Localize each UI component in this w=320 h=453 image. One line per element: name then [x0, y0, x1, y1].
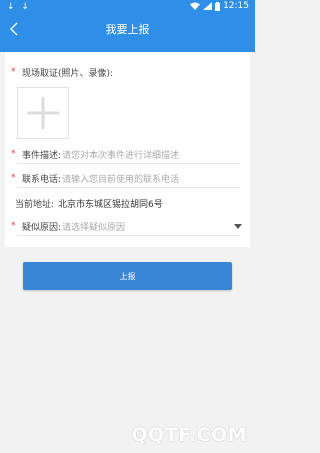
- divider: [17, 235, 240, 236]
- address-label: 当前地址:: [15, 200, 55, 210]
- event-description-input[interactable]: 请您对本次事件进行详细描述: [62, 148, 179, 161]
- submit-button[interactable]: 上报: [23, 262, 232, 290]
- reason-select[interactable]: 请选择疑似原因: [62, 220, 125, 233]
- phone-input[interactable]: 请输入您目前使用的联系电话: [62, 172, 179, 185]
- watermark-logo: QQTF.COM: [131, 424, 247, 446]
- evidence-label: 现场取证(照片、录像):: [22, 69, 114, 79]
- phone-label: 联系电话:: [22, 175, 62, 185]
- add-photo-button[interactable]: [17, 87, 69, 139]
- page-title: 我要上报: [105, 23, 150, 36]
- required-mark: *: [11, 149, 16, 159]
- app-header: ↓ ↓ 12:15 我要上报: [0, 0, 255, 52]
- report-form: * 现场取证(照片、录像): * 事件描述: 请您对本次事件进行详细描述 * 联…: [5, 52, 250, 247]
- divider: [17, 187, 240, 188]
- divider: [17, 163, 240, 164]
- required-mark: *: [11, 221, 16, 231]
- reason-label: 疑似原因:: [22, 223, 62, 233]
- required-mark: *: [11, 173, 16, 183]
- address-value: 北京市东城区锡拉胡同6号: [58, 200, 163, 210]
- status-bar: ↓ ↓ 12:15: [0, 0, 255, 14]
- wifi-icon: [190, 2, 201, 10]
- signal-icon: [203, 2, 213, 10]
- nav-bar: 我要上报: [0, 14, 255, 44]
- plus-icon: [27, 97, 59, 129]
- battery-icon: [215, 1, 221, 11]
- download-icon: ↓ ↓: [7, 2, 31, 12]
- required-mark: *: [11, 67, 16, 77]
- clock-time: 12:15: [223, 1, 249, 11]
- event-label: 事件描述:: [22, 151, 62, 161]
- dropdown-arrow-icon[interactable]: [234, 224, 242, 229]
